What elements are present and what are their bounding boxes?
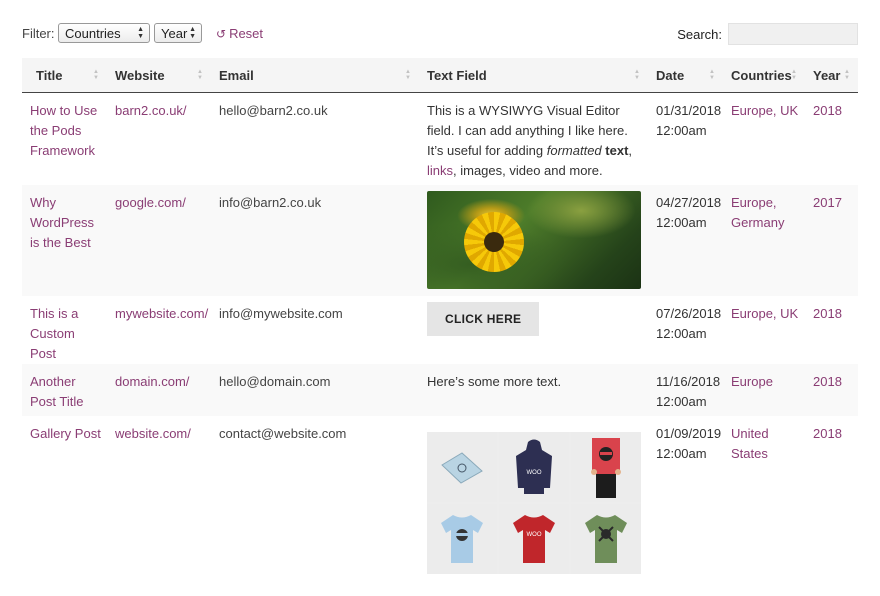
column-header-text-field[interactable]: Text Field ▲ ▼ [419,58,648,93]
table-row: Why WordPress is the Best google.com/ in… [22,184,858,296]
table-row: How to Use the Pods Framework barn2.co.u… [22,93,858,185]
reset-icon: ↺ [216,27,227,41]
post-title-link[interactable]: How to Use the Pods Framework [30,103,97,158]
website-link[interactable]: domain.com/ [115,374,189,389]
website-link[interactable]: barn2.co.uk/ [115,103,187,118]
select-arrows-icon: ▲ ▼ [189,26,196,40]
countries-select-value: Countries [65,26,121,41]
date-cell: 11/16/2018 12:00am [648,363,723,416]
year-link[interactable]: 2017 [813,195,842,210]
email-cell: info@barn2.co.uk [211,184,419,296]
column-header-title[interactable]: Title ▲ ▼ [22,58,107,93]
svg-text:WOO: WOO [527,470,542,476]
post-title-link[interactable]: This is a Custom Post [30,306,78,361]
column-header-countries[interactable]: Countries ▲ ▼ [723,58,805,93]
sort-icon: ▲ ▼ [405,69,411,81]
website-link[interactable]: website.com/ [115,426,191,441]
website-link[interactable]: google.com/ [115,195,186,210]
gallery-image-tshirt-green[interactable] [571,503,641,574]
gallery-image-poster[interactable] [427,431,497,502]
year-link[interactable]: 2018 [813,374,842,389]
email-cell: contact@website.com [219,425,347,441]
gallery-image-hoodie[interactable]: WOO [499,431,569,502]
gallery-image-tshirt-red[interactable]: WOO [499,503,569,574]
text-field-cell [419,184,648,296]
sort-icon: ▲ ▼ [791,69,797,81]
sunflower-image [427,190,641,289]
table-row: Another Post Title domain.com/ hello@dom… [22,363,858,416]
select-arrows-icon: ▲ ▼ [137,26,144,40]
posts-table: Title ▲ ▼ Website ▲ ▼ Email ▲ ▼ Text Field ▲ ▼ D… [22,58,858,596]
date-cell: 07/26/2018 12:00am [656,305,722,341]
column-header-year[interactable]: Year ▲ ▼ [805,58,858,93]
table-header-row: Title ▲ ▼ Website ▲ ▼ Email ▲ ▼ Text Field ▲ ▼ D… [22,58,858,93]
year-link[interactable]: 2018 [813,103,842,118]
sort-icon: ▲ ▼ [197,69,203,81]
search-input[interactable] [728,23,858,45]
sort-icon: ▲ ▼ [844,69,850,81]
column-header-website[interactable]: Website ▲ ▼ [107,58,211,93]
email-cell: hello@domain.com [211,363,419,416]
email-cell: hello@barn2.co.uk [219,103,328,118]
post-title-link[interactable]: Another Post Title [30,374,83,409]
reset-link[interactable]: ↺ Reset [216,26,263,41]
table-row: Gallery Post website.com/ contact@websit… [22,416,858,596]
search-label: Search: [677,27,722,42]
column-header-email[interactable]: Email ▲ ▼ [211,58,419,93]
click-here-button[interactable]: CLICK HERE [427,301,540,336]
text-field-cell: CLICK HERE [419,296,648,364]
year-link[interactable]: 2018 [813,426,842,441]
table-toolbar: Filter: Countries ▲ ▼ Year ▲ ▼ ↺ Reset Sear… [22,23,858,45]
email-cell: info@mywebsite.com [219,305,343,321]
sort-icon: ▲ ▼ [709,69,715,81]
gallery-image-tshirt-blue[interactable] [427,503,497,574]
svg-text:WOO: WOO [527,532,542,538]
date-cell: 04/27/2018 12:00am [648,184,723,296]
inline-link[interactable]: links [427,163,453,178]
text-field-cell: WOO WOO [419,416,648,596]
year-select-value: Year [161,26,188,41]
countries-link[interactable]: Europe [731,374,773,389]
reset-label: Reset [229,26,264,41]
text-field-cell: This is a WYSIWYG Visual Editor field. I… [427,103,633,178]
countries-link[interactable]: United States [731,426,769,461]
website-link[interactable]: mywebsite.com/ [115,306,208,321]
countries-link[interactable]: Europe, Germany [731,195,784,230]
sort-icon: ▲ ▼ [93,69,99,81]
year-link[interactable]: 2018 [813,306,842,321]
post-title-link[interactable]: Why WordPress is the Best [30,195,94,250]
date-cell: 01/31/2018 12:00am [656,103,722,138]
product-gallery: WOO WOO [427,431,641,574]
year-filter-select[interactable]: Year ▲ ▼ [154,23,202,43]
table-row: This is a Custom Post mywebsite.com/ inf… [22,296,858,364]
text-field-cell: Here’s some more text. [419,363,648,416]
date-cell: 01/09/2019 12:00am [656,425,722,461]
countries-link[interactable]: Europe, UK [731,103,798,118]
countries-link[interactable]: Europe, UK [731,306,798,321]
post-title-link[interactable]: Gallery Post [30,426,101,441]
countries-filter-select[interactable]: Countries ▲ ▼ [58,23,150,43]
column-header-date[interactable]: Date ▲ ▼ [648,58,723,93]
filter-label: Filter: [22,26,55,41]
sort-icon: ▲ ▼ [634,69,640,81]
gallery-image-poster-held[interactable] [571,431,641,502]
